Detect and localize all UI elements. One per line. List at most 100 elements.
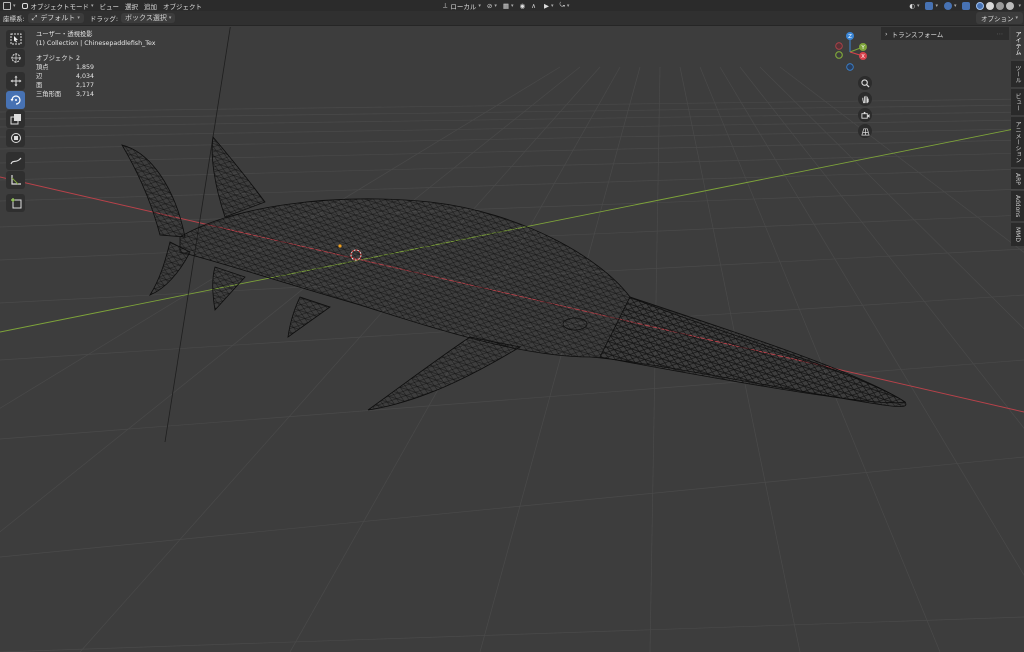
- rotate-tool[interactable]: [6, 91, 25, 109]
- object-mode-icon: [21, 2, 28, 9]
- select-box-tool[interactable]: [6, 30, 25, 48]
- snout: [599, 296, 907, 404]
- transform-section-label: トランスフォーム: [891, 30, 944, 39]
- curve-button[interactable]: ⤿ ▾: [556, 0, 572, 11]
- chevron-down-icon: ▾: [168, 15, 172, 21]
- pelvic-fin: [212, 266, 246, 311]
- tab-item[interactable]: アイテム: [1011, 27, 1024, 59]
- chevron-down-icon: ▾: [935, 2, 938, 9]
- stat-row-objects: オブジェクト 2: [36, 55, 81, 62]
- solid-shading-icon[interactable]: [986, 1, 995, 10]
- chevron-down-icon: ▾: [916, 2, 920, 9]
- svg-text:Y: Y: [860, 45, 865, 51]
- options-button[interactable]: オプション ▾: [976, 12, 1024, 24]
- falloff-icon: ∧: [531, 1, 536, 10]
- measure-tool[interactable]: [6, 171, 25, 189]
- menu-add[interactable]: 追加: [141, 0, 160, 11]
- tail-fin-lower: [149, 241, 191, 296]
- proportional-edit-button[interactable]: ◉: [517, 0, 529, 11]
- svg-text:Z: Z: [848, 34, 852, 40]
- camera-view-button[interactable]: [858, 108, 872, 122]
- add-cube-tool[interactable]: [6, 194, 25, 212]
- tab-view[interactable]: ビュー: [1011, 89, 1024, 115]
- chevron-down-icon: ▾: [13, 2, 16, 9]
- drag-label: ドラッグ:: [89, 15, 119, 23]
- tab-arp[interactable]: ARP: [1011, 169, 1024, 189]
- drag-value: ボックス選択: [125, 14, 167, 22]
- cursor-tool[interactable]: [6, 49, 25, 67]
- perspective-toggle-button[interactable]: [858, 124, 872, 138]
- camera-icon: [860, 111, 870, 119]
- drag-handle-icon[interactable]: ⋯: [997, 30, 1004, 38]
- transform-tool[interactable]: [6, 129, 25, 147]
- zoom-button[interactable]: [858, 76, 872, 90]
- paddlefish-mesh: [121, 136, 907, 411]
- move-tool[interactable]: [6, 72, 25, 90]
- gizmo-toggle[interactable]: ▾: [922, 0, 941, 11]
- chevron-down-icon: ▾: [478, 2, 481, 9]
- chevron-down-icon: ▾: [511, 2, 514, 9]
- transform-panel-header[interactable]: › トランスフォーム ⋯: [881, 27, 1009, 40]
- drag-dropdown[interactable]: ボックス選択 ▾: [121, 13, 176, 23]
- transform-orientation-dropdown[interactable]: ⟂ ローカル ▾: [440, 0, 484, 11]
- 3d-viewport[interactable]: [0, 27, 1024, 652]
- mode-dropdown[interactable]: オブジェクトモード ▾: [19, 0, 97, 11]
- snap-button[interactable]: ▦ ▾: [500, 0, 517, 11]
- hand-icon: [861, 95, 869, 103]
- stat-row-triangles: 三角形面 3,714: [36, 91, 95, 98]
- tab-tool[interactable]: ツール: [1011, 61, 1024, 87]
- chevron-down-icon: ▾: [566, 2, 570, 9]
- wireframe-shading-icon[interactable]: [976, 1, 985, 10]
- viewport-grid: [0, 27, 1024, 652]
- svg-text:X: X: [861, 54, 865, 60]
- tab-animation[interactable]: アニメーション: [1011, 117, 1024, 167]
- transform-icon: [10, 133, 21, 143]
- navigation-gizmo[interactable]: Z Y X: [830, 30, 874, 74]
- proportional-falloff-button[interactable]: ∧: [528, 0, 539, 11]
- chevron-right-icon: ›: [885, 29, 888, 38]
- rendered-shading-icon[interactable]: [1006, 1, 1015, 10]
- editor-type-button[interactable]: ▾: [0, 0, 19, 11]
- options-label: オプション: [981, 15, 1014, 23]
- play-icon: ▶: [543, 1, 549, 10]
- visibility-button[interactable]: ◐ ▾: [906, 0, 922, 11]
- tab-addons[interactable]: Addons: [1011, 190, 1024, 222]
- proportional-icon: ◉: [519, 1, 526, 10]
- pivot-icon: ⊘: [486, 1, 493, 10]
- xray-toggle[interactable]: [959, 0, 973, 11]
- stat-row-vertices: 頂点 1,859: [36, 64, 95, 71]
- play-button[interactable]: ▶ ▾: [541, 0, 557, 11]
- collection-name: (1) Collection | Chinesepaddlefish_Tex: [36, 40, 156, 47]
- gizmo-neg-z: [846, 63, 854, 71]
- object-origin: [338, 244, 342, 248]
- pan-button[interactable]: [858, 92, 872, 106]
- stat-row-edges: 辺 4,034: [36, 73, 95, 80]
- menu-view[interactable]: ビュー: [97, 0, 123, 11]
- shading-buttons[interactable]: ▾: [973, 0, 1024, 11]
- scale-tool[interactable]: [6, 110, 25, 128]
- coordinates-value: デフォルト: [40, 14, 76, 22]
- pivot-point-button[interactable]: ⊘ ▾: [484, 0, 500, 11]
- mode-label: オブジェクトモード: [30, 2, 90, 11]
- gizmo-icon: [925, 1, 934, 10]
- add-cube-icon: [10, 198, 21, 209]
- coordinates-label: 座標系:: [3, 15, 25, 23]
- dorsal-fin: [211, 136, 266, 218]
- move-icon: [10, 75, 21, 87]
- xray-icon: [962, 1, 971, 10]
- overlay-toggle[interactable]: ▾: [941, 0, 960, 11]
- coordinates-dropdown[interactable]: ⤢ デフォルト ▾: [27, 13, 84, 23]
- annotate-icon: [9, 157, 21, 165]
- chevron-down-icon: ▾: [494, 2, 497, 9]
- annotate-tool[interactable]: [6, 152, 25, 170]
- orientation-label: ローカル: [450, 2, 477, 11]
- chevron-down-icon: ▾: [77, 15, 80, 21]
- tab-mmd[interactable]: MMD: [1011, 223, 1024, 247]
- rotate-icon: [10, 95, 21, 105]
- scale-icon: [10, 114, 21, 125]
- measure-icon: [10, 175, 21, 185]
- menu-object[interactable]: オブジェクト: [160, 0, 205, 11]
- menu-select[interactable]: 選択: [122, 0, 141, 11]
- viewport-stats-overlay: ユーザー・透視投影 (1) Collection | Chinesepaddle…: [36, 30, 155, 99]
- material-shading-icon[interactable]: [996, 1, 1005, 10]
